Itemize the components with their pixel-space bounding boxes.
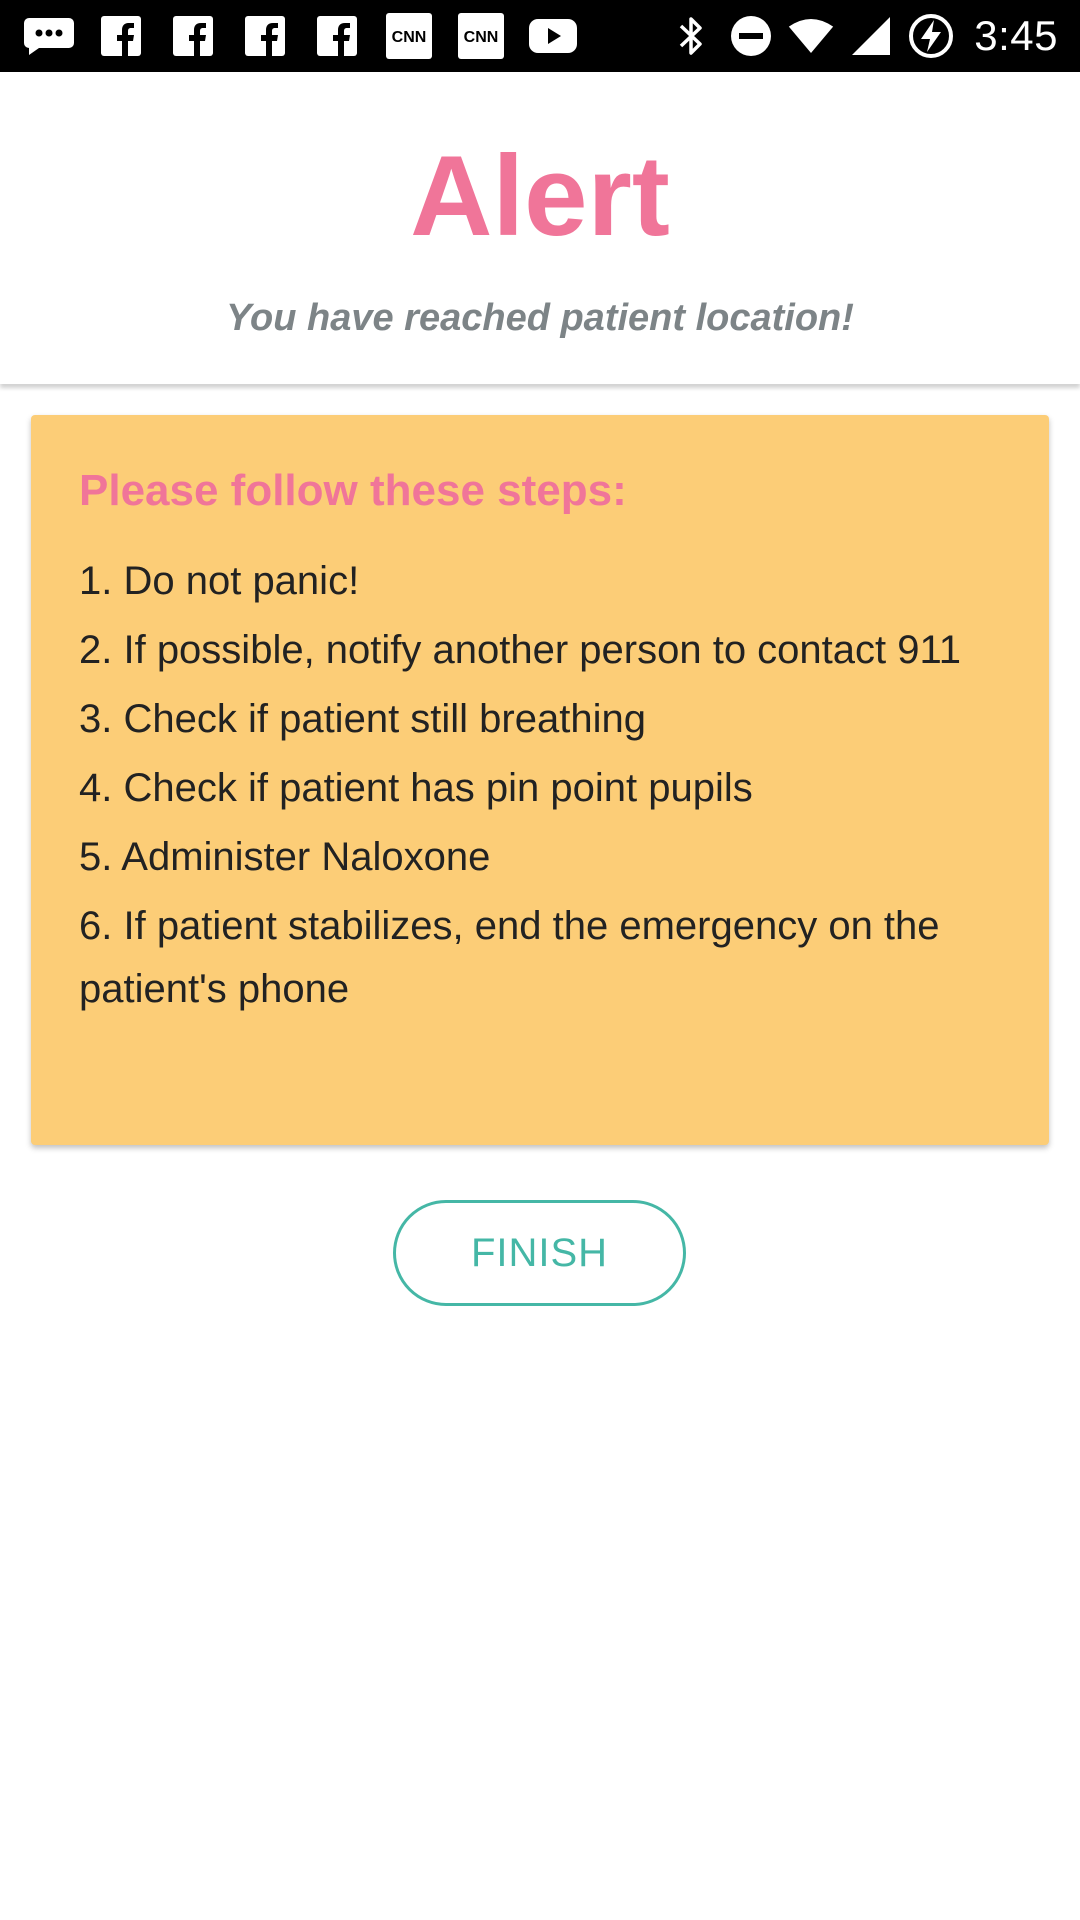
status-bar: CNN CNN 3:45 [0,0,1080,72]
step-item: 2. If possible, notify another person to… [79,627,962,672]
notification-icons: CNN CNN [22,0,598,72]
step-item: 6. If patient stabilizes, end the emerge… [79,903,940,1011]
youtube-icon [526,12,580,60]
step-item: 4. Check if patient has pin point pupils [79,765,753,810]
step-item: 5. Administer Naloxone [79,834,491,879]
facebook-icon [166,12,220,60]
facebook-icon [94,12,148,60]
bluetooth-icon [668,12,714,60]
system-icons: 3:45 [668,0,1058,72]
page-title: Alert [410,133,670,260]
cnn-icon: CNN [454,12,508,60]
step-item: 3. Check if patient still breathing [79,696,646,741]
wifi-icon [788,12,834,60]
steps-list: 1. Do not panic! 2. If possible, notify … [79,550,1001,1021]
page-subtitle: You have reached patient location! [226,297,854,339]
status-time: 3:45 [974,12,1058,59]
svg-text:CNN: CNN [464,29,499,46]
step-item: 1. Do not panic! [79,558,360,603]
cnn-icon: CNN [382,12,436,60]
steps-heading: Please follow these steps: [79,466,627,515]
do-not-disturb-icon [728,12,774,60]
facebook-icon [310,12,364,60]
battery-charging-icon [908,12,954,60]
svg-text:CNN: CNN [392,29,427,46]
steps-card: Please follow these steps: 1. Do not pan… [31,415,1049,1145]
finish-button[interactable]: FINISH [393,1200,686,1306]
alert-header: Alert You have reached patient location! [0,72,1080,384]
cell-signal-icon [848,12,894,60]
chat-bubble-icon [22,12,76,60]
facebook-icon [238,12,292,60]
